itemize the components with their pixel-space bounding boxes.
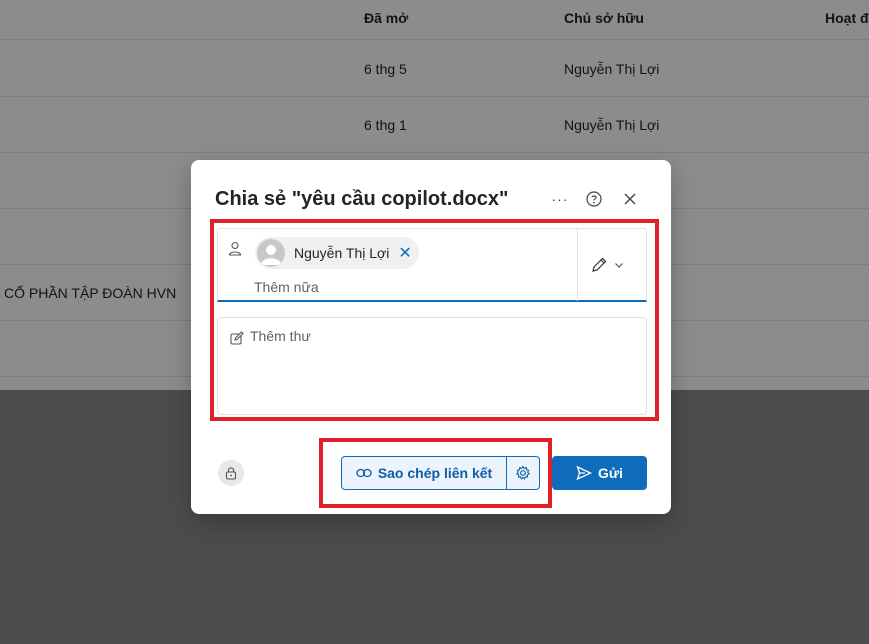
divider: [577, 229, 578, 301]
recipient-chip[interactable]: Nguyễn Thị Lợi ✕: [255, 237, 419, 269]
copy-link-label: Sao chép liên kết: [377, 465, 493, 481]
person-icon: [228, 241, 242, 256]
link-icon: [356, 468, 372, 478]
link-settings-lock-button[interactable]: [218, 460, 244, 486]
copy-link-button[interactable]: Sao chép liên kết: [342, 457, 507, 489]
message-field[interactable]: [217, 317, 647, 415]
send-label: Gửi: [598, 465, 623, 481]
permission-dropdown[interactable]: [590, 253, 634, 277]
avatar-person-icon: [261, 245, 281, 265]
close-button[interactable]: [619, 188, 641, 210]
gear-icon: [515, 465, 531, 480]
help-icon: [586, 191, 602, 207]
avatar: [257, 239, 285, 267]
send-icon: [576, 465, 593, 481]
lock-icon: [225, 467, 237, 480]
pencil-icon: [592, 257, 607, 272]
send-button[interactable]: Gửi: [552, 456, 647, 490]
more-options-button[interactable]: ···: [549, 188, 571, 210]
help-button[interactable]: [583, 188, 605, 210]
recipient-name: Nguyễn Thị Lợi: [294, 245, 390, 261]
copy-link-group: Sao chép liên kết: [341, 456, 540, 490]
note-edit-icon: [230, 331, 244, 345]
message-input[interactable]: [250, 328, 630, 404]
more-icon: ···: [551, 191, 569, 207]
link-settings-button[interactable]: [507, 457, 539, 489]
close-icon: [624, 193, 636, 205]
share-dialog: Chia sẻ "yêu cầu copilot.docx" ··· Nguyễ…: [191, 160, 671, 514]
recipients-field[interactable]: Nguyễn Thị Lợi ✕: [217, 228, 647, 302]
add-more-input[interactable]: [254, 277, 574, 297]
remove-recipient-icon[interactable]: ✕: [398, 243, 411, 263]
chevron-down-icon: [615, 263, 623, 268]
dialog-title: Chia sẻ "yêu cầu copilot.docx": [215, 188, 509, 210]
